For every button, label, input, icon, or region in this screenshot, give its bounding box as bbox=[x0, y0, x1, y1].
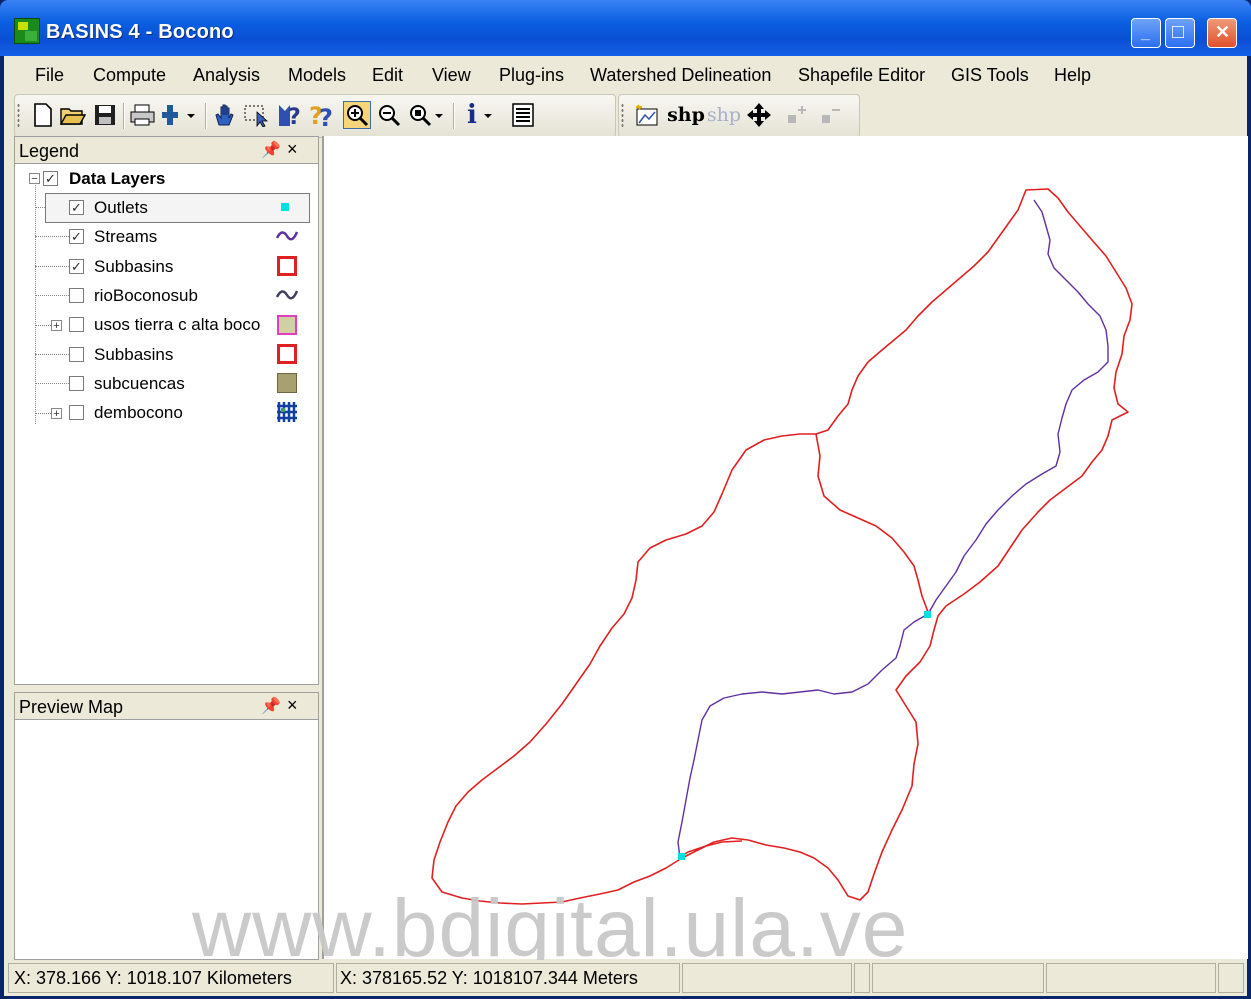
close-icon: ✕ bbox=[1215, 22, 1231, 42]
subbasin-outline-outer bbox=[431, 188, 1133, 905]
toolbar-grip-2[interactable] bbox=[621, 103, 624, 129]
layer-checkbox-rioboconosub[interactable] bbox=[69, 288, 84, 303]
subbasin-polygon-symbol-icon bbox=[277, 256, 297, 276]
save-icon[interactable] bbox=[91, 101, 119, 129]
toolbar-grip[interactable] bbox=[17, 103, 20, 129]
maximize-button[interactable]: □ bbox=[1165, 18, 1195, 48]
dem-grid-symbol-icon bbox=[277, 402, 297, 422]
status-kilometers: X: 378.166 Y: 1018.107 Kilometers bbox=[14, 968, 292, 988]
new-document-icon[interactable] bbox=[29, 101, 57, 129]
menu-file[interactable]: File bbox=[35, 65, 64, 86]
expand-dembocono-icon[interactable]: + bbox=[51, 408, 62, 420]
zoom-out-icon[interactable] bbox=[375, 101, 403, 129]
add-layer-icon[interactable] bbox=[159, 101, 199, 129]
layer-label-subbasins: Subbasins bbox=[94, 257, 174, 276]
minimize-icon: _ bbox=[1141, 25, 1150, 42]
layer-label-subbasins-2: Subbasins bbox=[94, 345, 174, 364]
layer-row-outlets[interactable] bbox=[45, 193, 310, 223]
status-bar: X: 378.166 Y: 1018.107 Kilometers X: 378… bbox=[4, 960, 1247, 996]
map-canvas[interactable] bbox=[324, 136, 1244, 959]
menu-plug-ins[interactable]: Plug-ins bbox=[499, 65, 564, 86]
layer-checkbox-subbasins[interactable]: ✓ bbox=[69, 259, 84, 274]
layer-checkbox-outlets[interactable]: ✓ bbox=[69, 200, 84, 215]
menu-gis-tools[interactable]: GIS Tools bbox=[951, 65, 1029, 86]
open-folder-icon[interactable] bbox=[59, 101, 87, 129]
layer-label-dembocono: dembocono bbox=[94, 403, 183, 422]
preview-header: Preview Map 📌 × bbox=[15, 693, 318, 720]
svg-text:?: ? bbox=[319, 104, 333, 128]
svg-text:?: ? bbox=[288, 105, 301, 128]
preview-pin-icon[interactable]: 📌 bbox=[261, 696, 281, 716]
new-shapefile-icon[interactable] bbox=[633, 101, 661, 129]
menu-help[interactable]: Help bbox=[1054, 65, 1091, 86]
layer-label-rioboconosub: rioBoconosub bbox=[94, 286, 198, 305]
main-stream bbox=[677, 199, 1109, 859]
menu-bar: File Compute Analysis Models Edit View P… bbox=[4, 56, 1247, 94]
layer-label-outlets: Outlets bbox=[94, 198, 148, 217]
menu-shapefile-editor[interactable]: Shapefile Editor bbox=[798, 65, 925, 86]
layer-label-subcuencas: subcuencas bbox=[94, 374, 185, 393]
menu-watershed-delineation[interactable]: Watershed Delineation bbox=[590, 65, 771, 86]
window-title: BASINS 4 - Bocono bbox=[46, 21, 234, 43]
select-icon[interactable] bbox=[243, 101, 271, 129]
menu-edit[interactable]: Edit bbox=[372, 65, 403, 86]
layer-checkbox-subcuencas[interactable] bbox=[69, 376, 84, 391]
minimize-button[interactable]: _ bbox=[1131, 18, 1161, 48]
info-icon[interactable]: i bbox=[461, 100, 501, 130]
layer-checkbox-usos-tierra[interactable] bbox=[69, 317, 84, 332]
subcuencas-polygon-symbol-icon bbox=[277, 373, 297, 393]
pin-icon[interactable]: 📌 bbox=[261, 140, 281, 160]
zoom-in-icon[interactable] bbox=[343, 101, 371, 129]
menu-view[interactable]: View bbox=[432, 65, 471, 86]
outlet-point-lower bbox=[678, 853, 685, 860]
attribute-table-icon[interactable] bbox=[509, 101, 537, 129]
subbasin2-polygon-symbol-icon bbox=[277, 344, 297, 364]
query-icon[interactable]: ?? bbox=[309, 101, 337, 129]
legend-panel: Legend 📌 × − ✓ Data Layers ✓ Outlets ✓ S… bbox=[14, 136, 319, 685]
legend-close-icon[interactable]: × bbox=[287, 139, 298, 160]
stream-line-symbol-icon bbox=[275, 231, 299, 241]
client-area: File Compute Analysis Models Edit View P… bbox=[4, 56, 1248, 996]
add-shape-icon[interactable]: shp bbox=[667, 101, 705, 129]
usos-polygon-symbol-icon bbox=[277, 315, 297, 335]
application-window: BASINS 4 - Bocono _ □ ✕ File Compute Ana… bbox=[0, 0, 1251, 999]
main-toolbar: ? ?? i bbox=[14, 94, 616, 138]
zoom-extent-icon[interactable] bbox=[407, 101, 447, 129]
title-bar[interactable]: BASINS 4 - Bocono _ □ ✕ bbox=[0, 0, 1251, 56]
menu-analysis[interactable]: Analysis bbox=[193, 65, 260, 86]
resize-grip[interactable] bbox=[1218, 963, 1244, 993]
preview-close-icon[interactable]: × bbox=[287, 695, 298, 716]
legend-title: Legend bbox=[19, 141, 80, 161]
maximize-icon: □ bbox=[1172, 21, 1185, 43]
status-meters: X: 378165.52 Y: 1018107.344 Meters bbox=[340, 968, 638, 988]
layer-checkbox-dembocono[interactable] bbox=[69, 405, 84, 420]
group-label: Data Layers bbox=[69, 169, 166, 188]
identify-icon[interactable]: ? bbox=[275, 101, 303, 129]
group-collapse-icon[interactable]: − bbox=[29, 173, 40, 185]
add-vertex-icon[interactable] bbox=[783, 101, 811, 129]
basins-app-icon bbox=[14, 18, 40, 44]
outlet-point-symbol-icon bbox=[281, 203, 289, 211]
remove-shape-icon[interactable]: shp bbox=[707, 101, 741, 129]
expand-usos-icon[interactable]: + bbox=[51, 320, 62, 332]
menu-compute[interactable]: Compute bbox=[93, 65, 166, 86]
legend-header: Legend 📌 × bbox=[15, 137, 318, 164]
layer-label-streams: Streams bbox=[94, 227, 158, 246]
rioboconosub-line-symbol-icon bbox=[275, 290, 299, 300]
menu-models[interactable]: Models bbox=[288, 65, 346, 86]
preview-title: Preview Map bbox=[19, 697, 124, 717]
pan-hand-icon[interactable] bbox=[211, 101, 239, 129]
shapefile-toolbar: shp shp bbox=[618, 94, 860, 138]
outlet-point-upper bbox=[924, 611, 931, 618]
group-checkbox[interactable]: ✓ bbox=[43, 171, 58, 186]
map-view[interactable] bbox=[322, 136, 1248, 959]
subbasin-divide-upper bbox=[815, 433, 929, 613]
layer-checkbox-subbasins-2[interactable] bbox=[69, 347, 84, 362]
layer-label-usos-tierra: usos tierra c alta boco bbox=[94, 315, 261, 334]
remove-vertex-icon[interactable] bbox=[817, 101, 845, 129]
close-button[interactable]: ✕ bbox=[1207, 18, 1237, 48]
print-icon[interactable] bbox=[129, 101, 157, 129]
move-shape-icon[interactable] bbox=[745, 101, 773, 129]
layer-checkbox-streams[interactable]: ✓ bbox=[69, 229, 84, 244]
